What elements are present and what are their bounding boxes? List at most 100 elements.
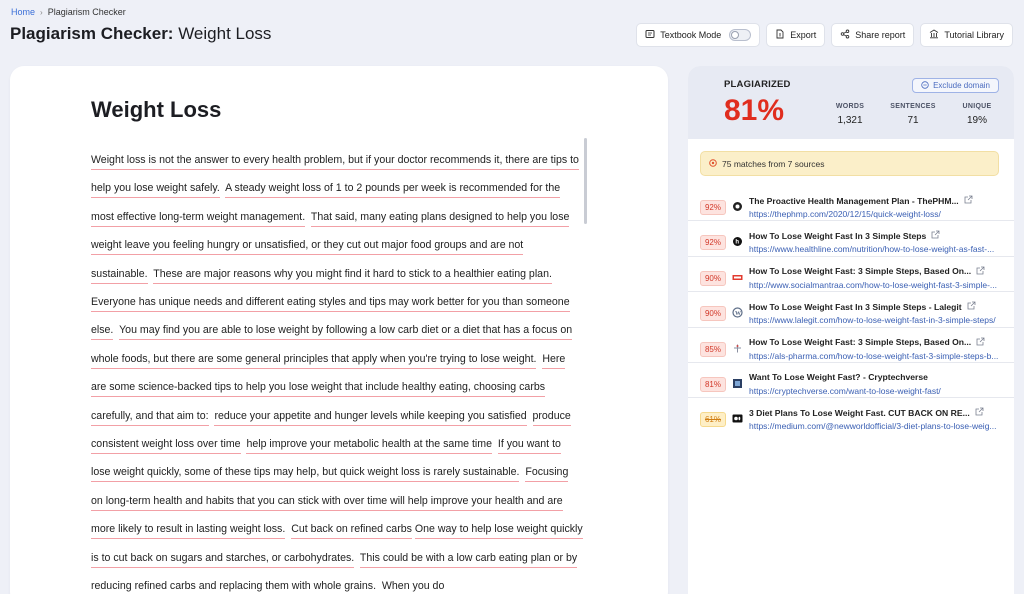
- socialmantraa-favicon-icon: [732, 272, 743, 283]
- svg-text:W: W: [735, 311, 741, 317]
- source-item[interactable]: 92% h How To Lose Weight Fast In 3 Simpl…: [688, 221, 1014, 257]
- source-title-text: How To Lose Weight Fast In 3 Simple Step…: [749, 301, 962, 312]
- textbook-mode-toggle[interactable]: Textbook Mode: [636, 23, 761, 47]
- tutorial-library-button[interactable]: Tutorial Library: [920, 23, 1013, 47]
- matches-summary-text: 75 matches from 7 sources: [722, 158, 825, 169]
- source-url[interactable]: https://medium.com/@newworldofficial/3-d…: [749, 421, 997, 431]
- share-icon: [840, 29, 850, 41]
- match-percent-badge: 90%: [700, 270, 726, 286]
- source-url[interactable]: https://www.healthline.com/nutrition/how…: [749, 244, 994, 254]
- stat-label: SENTENCES: [890, 103, 936, 110]
- external-link-icon[interactable]: [931, 230, 940, 241]
- toggle-knob: [731, 31, 740, 39]
- source-title[interactable]: How To Lose Weight Fast In 3 Simple Step…: [749, 230, 940, 241]
- stat-sentences: SENTENCES 71: [883, 103, 943, 126]
- medium-favicon-icon: [732, 413, 743, 424]
- score-summary: PLAGIARIZED 81% Exclude domain WORDS 1,3…: [688, 66, 1014, 139]
- book-icon: [645, 29, 655, 41]
- source-title-text: 3 Diet Plans To Lose Weight Fast. CUT BA…: [749, 407, 970, 418]
- plagiarized-label: PLAGIARIZED: [724, 79, 791, 90]
- source-item[interactable]: 61% 3 Diet Plans To Lose Weight Fast. CU…: [688, 398, 1014, 433]
- source-title-text: How To Lose Weight Fast In 3 Simple Step…: [749, 230, 927, 241]
- source-title-text: The Proactive Health Management Plan - T…: [749, 195, 959, 206]
- external-link-icon[interactable]: [976, 266, 985, 277]
- thephmp-favicon-icon: [732, 201, 743, 212]
- external-link-icon[interactable]: [975, 407, 984, 418]
- healthline-favicon-icon: h: [732, 236, 743, 247]
- highlighted-sentence[interactable]: When you do: [381, 580, 445, 594]
- source-title-text: How To Lose Weight Fast: 3 Simple Steps,…: [749, 266, 972, 277]
- external-link-icon[interactable]: [964, 195, 973, 206]
- external-link-icon[interactable]: [976, 337, 985, 348]
- source-item[interactable]: 85% How To Lose Weight Fast: 3 Simple St…: [688, 328, 1014, 363]
- source-title-text: Want To Lose Weight Fast? - Cryptechvers…: [749, 371, 928, 382]
- match-percent-badge: 92%: [700, 235, 726, 251]
- match-percent-badge: 61%: [700, 412, 726, 428]
- source-title[interactable]: How To Lose Weight Fast: 3 Simple Steps,…: [749, 266, 985, 277]
- source-title[interactable]: The Proactive Health Management Plan - T…: [749, 195, 973, 206]
- source-title[interactable]: 3 Diet Plans To Lose Weight Fast. CUT BA…: [749, 407, 984, 418]
- breadcrumb: Home › Plagiarism Checker: [11, 7, 126, 17]
- highlighted-sentence[interactable]: help improve your metabolic health at th…: [246, 438, 492, 455]
- exclude-domain-button[interactable]: Exclude domain: [912, 78, 999, 93]
- document-title: Weight Loss: [91, 97, 222, 122]
- matches-summary-banner: 75 matches from 7 sources: [700, 151, 999, 176]
- page-title-document: Weight Loss: [173, 24, 272, 43]
- external-link-icon[interactable]: [967, 301, 976, 312]
- source-list: 92% The Proactive Health Management Plan…: [688, 186, 1014, 434]
- source-url[interactable]: http://www.socialmantraa.com/how-to-lose…: [749, 280, 997, 290]
- stat-unique: UNIQUE 19%: [947, 103, 1007, 126]
- breadcrumb-home-link[interactable]: Home: [11, 7, 35, 17]
- source-title[interactable]: Want To Lose Weight Fast? - Cryptechvers…: [749, 372, 928, 382]
- stat-words: WORDS 1,321: [820, 103, 880, 126]
- highlighted-sentence[interactable]: These are major reasons why you might fi…: [153, 267, 552, 284]
- match-percent-badge: 81%: [700, 376, 726, 392]
- file-export-icon: [775, 29, 785, 41]
- source-item[interactable]: 92% The Proactive Health Management Plan…: [688, 186, 1014, 222]
- exclude-domain-label: Exclude domain: [933, 81, 990, 90]
- match-percent-badge: 85%: [700, 341, 726, 357]
- source-item[interactable]: 90% W How To Lose Weight Fast In 3 Simpl…: [688, 292, 1014, 328]
- report-panel: PLAGIARIZED 81% Exclude domain WORDS 1,3…: [688, 66, 1014, 594]
- textbook-mode-label: Textbook Mode: [660, 30, 722, 40]
- source-url[interactable]: https://als-pharma.com/how-to-lose-weigh…: [749, 351, 998, 361]
- source-url[interactable]: https://www.lalegit.com/how-to-lose-weig…: [749, 315, 996, 325]
- match-percent-badge: 90%: [700, 306, 726, 322]
- stat-value: 19%: [966, 115, 987, 126]
- wordpress-favicon-icon: W: [732, 307, 743, 318]
- document-body[interactable]: Weight loss is not the answer to every h…: [91, 146, 583, 594]
- chevron-right-icon: ›: [40, 7, 43, 17]
- stat-label: WORDS: [835, 103, 865, 110]
- highlighted-sentence[interactable]: Cut back on refined carbs: [291, 523, 412, 540]
- stat-value: 71: [907, 115, 919, 126]
- cryptechverse-favicon-icon: [732, 378, 743, 389]
- share-label: Share report: [855, 30, 906, 40]
- page-title-label: Plagiarism Checker:: [10, 24, 174, 43]
- source-item[interactable]: 90% How To Lose Weight Fast: 3 Simple St…: [688, 257, 1014, 293]
- toolbar: Textbook Mode Export Share report Tutori…: [636, 23, 1013, 47]
- page-title: Plagiarism Checker: Weight Loss: [10, 24, 271, 44]
- stat-label: UNIQUE: [962, 103, 992, 110]
- highlighted-sentence[interactable]: reduce your appetite and hunger levels w…: [214, 409, 527, 426]
- source-title[interactable]: How To Lose Weight Fast In 3 Simple Step…: [749, 301, 976, 312]
- match-percent-badge: 92%: [700, 200, 726, 215]
- breadcrumb-current: Plagiarism Checker: [47, 7, 126, 17]
- source-title-text: How To Lose Weight Fast: 3 Simple Steps,…: [749, 337, 972, 348]
- tutorial-library-label: Tutorial Library: [944, 30, 1004, 40]
- document-panel: Weight Loss Weight loss is not the answe…: [10, 66, 668, 594]
- toggle-switch[interactable]: [729, 29, 752, 41]
- plagiarized-percent: 81%: [724, 94, 785, 127]
- export-button[interactable]: Export: [766, 23, 826, 47]
- source-url[interactable]: https://thephmp.com/2020/12/15/quick-wei…: [749, 209, 941, 219]
- highlighted-sentence[interactable]: You may find you are able to lose weight…: [91, 324, 573, 369]
- svg-text:h: h: [735, 240, 739, 246]
- stat-value: 1,321: [837, 115, 863, 126]
- source-url[interactable]: https://cryptechverse.com/want-to-lose-w…: [749, 386, 941, 396]
- alert-circle-icon: [709, 158, 717, 169]
- library-icon: [929, 29, 939, 41]
- document-scrollbar[interactable]: [584, 138, 587, 224]
- source-item[interactable]: 81% Want To Lose Weight Fast? - Cryptech…: [688, 363, 1014, 399]
- export-label: Export: [790, 30, 817, 40]
- share-report-button[interactable]: Share report: [831, 23, 915, 47]
- source-title[interactable]: How To Lose Weight Fast: 3 Simple Steps,…: [749, 337, 985, 348]
